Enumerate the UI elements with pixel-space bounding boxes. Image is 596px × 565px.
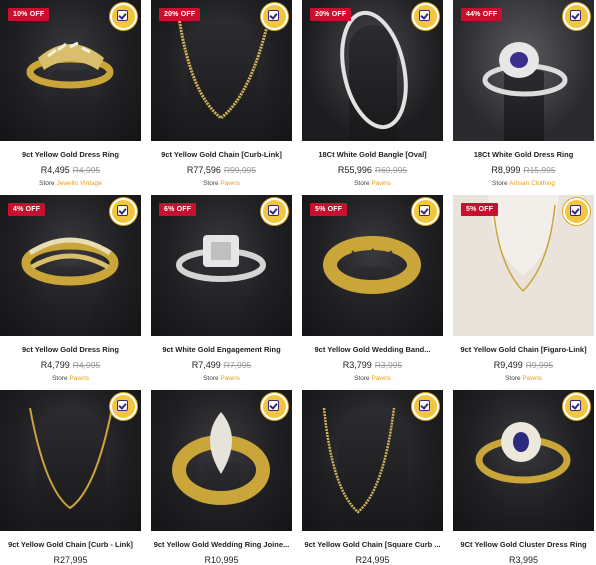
product-price: R27,995: [53, 555, 88, 565]
verified-seal-icon: [110, 393, 137, 420]
original-price: R7,995: [223, 360, 252, 370]
product-price: R24,995: [355, 555, 390, 565]
product-card[interactable]: 9ct Yellow Gold Chain [Square Curb ... R…: [302, 390, 443, 565]
store-link[interactable]: Pawns: [371, 180, 391, 187]
product-image[interactable]: 5% OFF: [302, 195, 443, 336]
store-link[interactable]: Pawns: [220, 375, 240, 382]
product-title[interactable]: 18Ct White Gold Dress Ring: [453, 150, 594, 159]
product-image[interactable]: 10% OFF: [0, 0, 141, 141]
verified-seal-icon: [110, 198, 137, 225]
original-price: R4,995: [72, 165, 101, 175]
product-price: R3,799: [342, 360, 372, 370]
store-label: Store: [354, 180, 370, 187]
product-title[interactable]: 9ct Yellow Gold Wedding Ring Joine...: [151, 540, 292, 549]
discount-badge: 4% OFF: [8, 203, 46, 216]
product-title[interactable]: 9ct Yellow Gold Dress Ring: [0, 345, 141, 354]
product-title[interactable]: 18Ct White Gold Bangle [Oval]: [302, 150, 443, 159]
product-price: R4,495: [40, 165, 70, 175]
verified-seal-icon: [261, 198, 288, 225]
product-price: R10,995: [204, 555, 239, 565]
store-label: Store: [203, 375, 219, 382]
verified-seal-icon: [412, 3, 439, 30]
store-label: Store: [52, 375, 68, 382]
product-card[interactable]: 20% OFF 9ct Yellow Gold Chain [Curb-Link…: [151, 0, 292, 187]
product-image[interactable]: 44% OFF: [453, 0, 594, 141]
product-price: R8,999: [491, 165, 521, 175]
product-image[interactable]: [453, 390, 594, 531]
product-card[interactable]: 5% OFF 9ct Yellow Gold Wedding Band... R…: [302, 195, 443, 382]
product-price: R55,996: [337, 165, 372, 175]
product-title[interactable]: 9ct Yellow Gold Chain [Curb-Link]: [151, 150, 292, 159]
product-image[interactable]: 20% OFF: [302, 0, 443, 141]
product-title[interactable]: 9Ct Yellow Gold Cluster Dress Ring: [453, 540, 594, 549]
product-card[interactable]: 9ct Yellow Gold Chain [Curb - Link] R27,…: [0, 390, 141, 565]
store-label: Store: [505, 375, 521, 382]
store-link[interactable]: Pawns: [371, 375, 391, 382]
discount-badge: 44% OFF: [461, 8, 503, 21]
discount-badge: 5% OFF: [310, 203, 348, 216]
product-card[interactable]: 10% OFF 9ct Yellow Gold Dress Ring R4,49…: [0, 0, 141, 187]
verified-seal-icon: [261, 393, 288, 420]
original-price: R15,995: [523, 165, 556, 175]
verified-seal-icon: [563, 3, 590, 30]
product-image[interactable]: [302, 390, 443, 531]
original-price: R4,995: [72, 360, 101, 370]
product-image[interactable]: [0, 390, 141, 531]
product-card[interactable]: 4% OFF 9ct Yellow Gold Dress Ring R4,799…: [0, 195, 141, 382]
verified-seal-icon: [261, 3, 288, 30]
store-label: Store: [203, 180, 219, 187]
product-title[interactable]: 9ct White Gold Engagement Ring: [151, 345, 292, 354]
discount-badge: 5% OFF: [461, 203, 499, 216]
product-card[interactable]: 9ct Yellow Gold Wedding Ring Joine... R1…: [151, 390, 292, 565]
verified-seal-icon: [563, 198, 590, 225]
store-link[interactable]: Pawns: [220, 180, 240, 187]
product-price: R4,799: [40, 360, 70, 370]
verified-seal-icon: [412, 393, 439, 420]
original-price: R99,995: [223, 165, 257, 175]
product-grid: 10% OFF 9ct Yellow Gold Dress Ring R4,49…: [0, 0, 596, 565]
verified-seal-icon: [412, 198, 439, 225]
store-link[interactable]: Jewello Vintage: [56, 180, 101, 187]
product-price: R77,596: [186, 165, 221, 175]
discount-badge: 20% OFF: [310, 8, 352, 21]
product-price: R9,499: [493, 360, 523, 370]
product-card[interactable]: 6% OFF 9ct White Gold Engagement Ring R7…: [151, 195, 292, 382]
original-price: R69,995: [374, 165, 408, 175]
product-image[interactable]: [151, 390, 292, 531]
discount-badge: 6% OFF: [159, 203, 197, 216]
discount-badge: 10% OFF: [8, 8, 50, 21]
store-link[interactable]: Pawns: [69, 375, 89, 382]
product-title[interactable]: 9ct Yellow Gold Chain [Square Curb ...: [302, 540, 443, 549]
product-image[interactable]: 6% OFF: [151, 195, 292, 336]
original-price: R9,995: [525, 360, 554, 370]
store-label: Store: [39, 180, 55, 187]
store-link[interactable]: Pawns: [522, 375, 542, 382]
store-label: Store: [354, 375, 370, 382]
product-image[interactable]: 20% OFF: [151, 0, 292, 141]
product-card[interactable]: 20% OFF 18Ct White Gold Bangle [Oval] R5…: [302, 0, 443, 187]
product-title[interactable]: 9ct Yellow Gold Chain [Figaro-Link]: [453, 345, 594, 354]
product-card[interactable]: 44% OFF 18Ct White Gold Dress Ring R8,99…: [453, 0, 594, 187]
product-title[interactable]: 9ct Yellow Gold Chain [Curb - Link]: [0, 540, 141, 549]
product-price: R3,995: [508, 555, 539, 565]
product-image[interactable]: 4% OFF: [0, 195, 141, 336]
product-image[interactable]: 5% OFF: [453, 195, 594, 336]
verified-seal-icon: [110, 3, 137, 30]
product-price: R7,499: [191, 360, 221, 370]
product-card[interactable]: 5% OFF 9ct Yellow Gold Chain [Figaro-Lin…: [453, 195, 594, 382]
discount-badge: 20% OFF: [159, 8, 201, 21]
verified-seal-icon: [563, 393, 590, 420]
product-title[interactable]: 9ct Yellow Gold Dress Ring: [0, 150, 141, 159]
store-link[interactable]: Artisan Clothing: [509, 180, 555, 187]
store-label: Store: [492, 180, 508, 187]
product-title[interactable]: 9ct Yellow Gold Wedding Band...: [302, 345, 443, 354]
original-price: R3,995: [374, 360, 403, 370]
product-card[interactable]: 9Ct Yellow Gold Cluster Dress Ring R3,99…: [453, 390, 594, 565]
